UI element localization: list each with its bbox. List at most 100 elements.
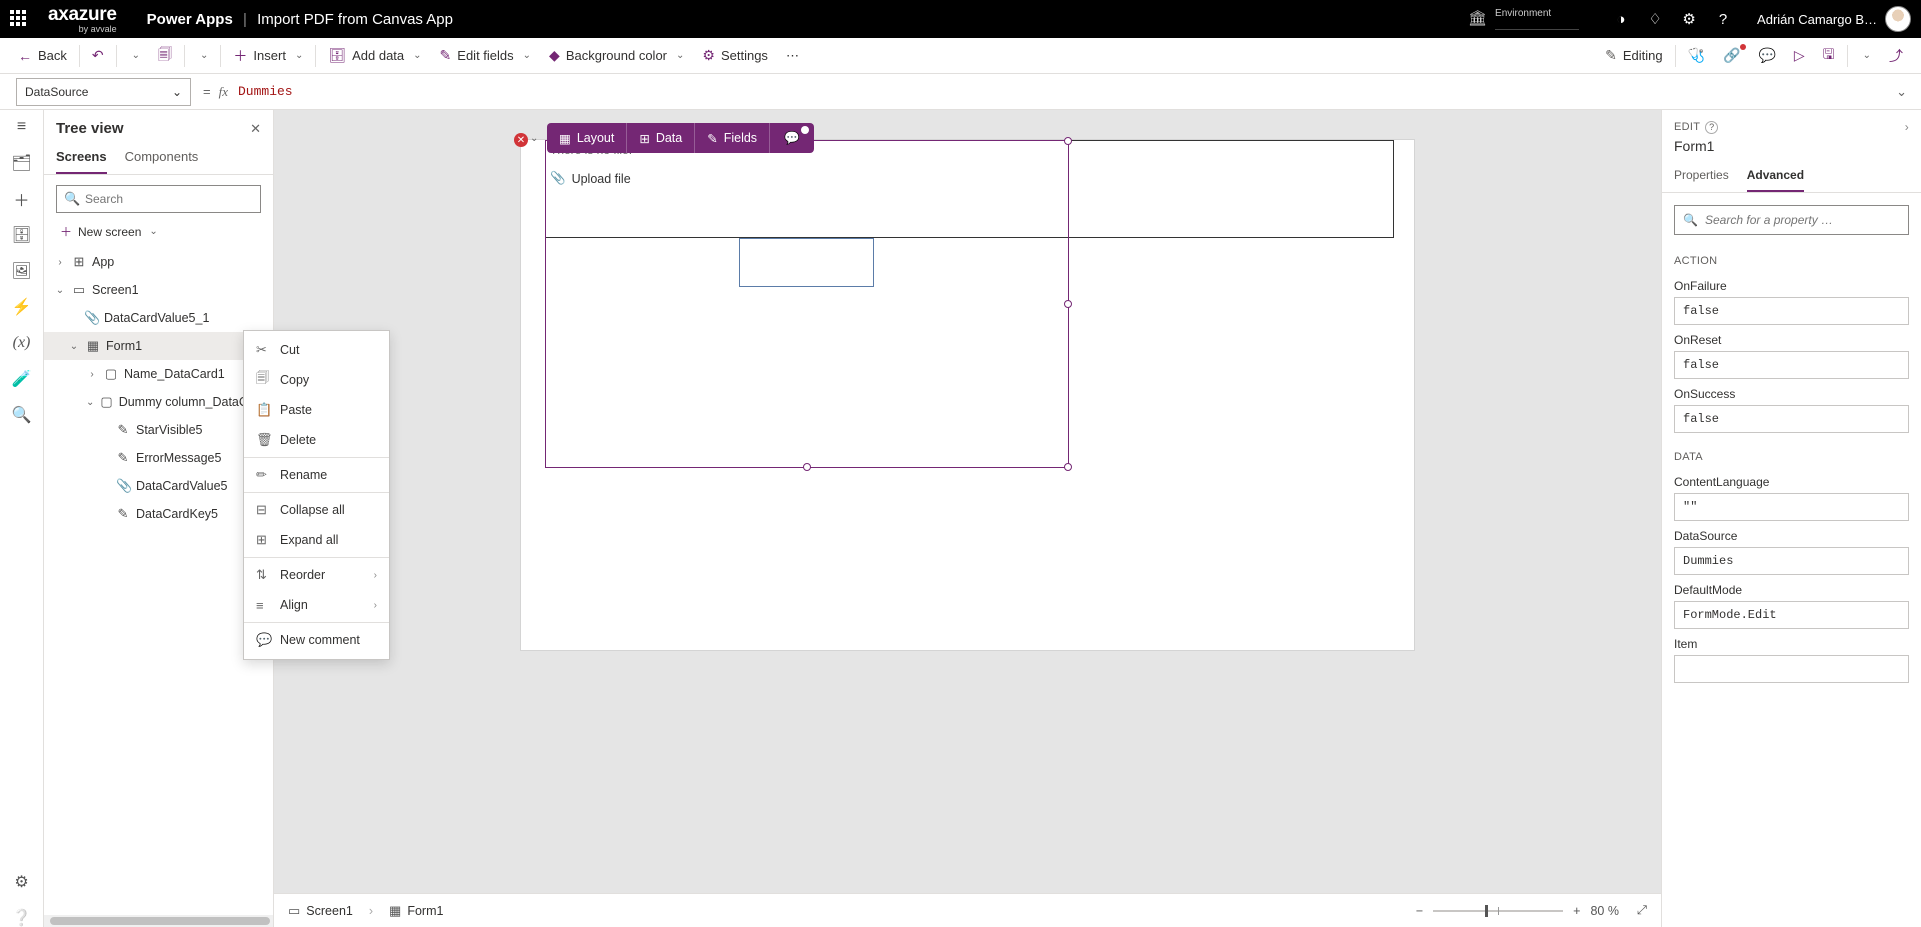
- settings-gear-icon[interactable]: ⚙: [1681, 11, 1697, 27]
- canvas-stage[interactable]: ▦Layout ⊞Data ✎Fields 💬 ✕ ⌄ There is no …: [274, 110, 1661, 893]
- overflow-button[interactable]: ⋯: [778, 40, 807, 72]
- add-data-button[interactable]: 🗄Add data⌄: [320, 40, 429, 72]
- tree-node-datacardkey5[interactable]: ✎DataCardKey5: [44, 500, 273, 528]
- save-button[interactable]: 🖫: [1815, 40, 1843, 72]
- tab-properties[interactable]: Properties: [1674, 162, 1729, 192]
- publish-button[interactable]: ⤴: [1881, 40, 1911, 72]
- new-screen-button[interactable]: ＋ New screen ⌄: [44, 219, 273, 248]
- resize-handle-bottom-right[interactable]: [1064, 463, 1072, 471]
- zoom-in-button[interactable]: +: [1573, 904, 1580, 918]
- app-launcher-icon[interactable]: [10, 10, 28, 28]
- share-button[interactable]: 🔗: [1715, 40, 1748, 72]
- search-pane-icon[interactable]: 🔍: [13, 406, 31, 424]
- prop-value-datasource[interactable]: Dummies: [1674, 547, 1909, 575]
- prop-value-item[interactable]: [1674, 655, 1909, 683]
- clipboard-split[interactable]: ⌄: [189, 40, 216, 72]
- rail-settings-icon[interactable]: ⚙: [13, 873, 31, 891]
- resize-handle-bottom-mid[interactable]: [803, 463, 811, 471]
- editing-mode-button[interactable]: ✎Editing: [1597, 40, 1670, 72]
- data-pane-icon[interactable]: 🗄: [13, 226, 31, 244]
- undo-button[interactable]: ↶: [84, 40, 112, 72]
- chevron-right-icon[interactable]: ›: [1905, 120, 1909, 134]
- insert-button[interactable]: ＋Insert⌄: [225, 40, 311, 72]
- close-icon[interactable]: ✕: [250, 121, 261, 137]
- tests-pane-icon[interactable]: 🧪: [13, 370, 31, 388]
- tree-node-form1[interactable]: ⌄▦Form1 ⋯: [44, 332, 273, 360]
- property-selector[interactable]: DataSource ⌄: [16, 78, 191, 106]
- pill-data[interactable]: ⊞Data: [626, 123, 694, 153]
- environment-picker[interactable]: 🏛 Environment: [1468, 8, 1579, 30]
- bg-color-button[interactable]: ◆Background color⌄: [541, 40, 692, 72]
- tree-node-name-datacard1[interactable]: ›▢Name_DataCard1: [44, 360, 273, 388]
- error-badge-icon[interactable]: ✕: [514, 133, 528, 147]
- prop-value-onfailure[interactable]: false: [1674, 297, 1909, 325]
- menu-reorder[interactable]: ⇅Reorder›: [244, 560, 389, 590]
- notifications-icon[interactable]: ♢: [1647, 11, 1663, 27]
- pill-fields[interactable]: ✎Fields: [694, 123, 769, 153]
- help-icon[interactable]: ?: [1705, 121, 1718, 134]
- save-split[interactable]: ⌄: [1852, 40, 1879, 72]
- tree-h-scrollbar[interactable]: [44, 915, 273, 927]
- menu-paste[interactable]: 📋Paste: [244, 395, 389, 425]
- fit-to-screen-icon[interactable]: ⤢: [1637, 903, 1647, 918]
- help-icon[interactable]: ?: [1715, 11, 1731, 27]
- insert-pane-icon[interactable]: ＋: [13, 190, 31, 208]
- tree-node-errormessage5[interactable]: ✎ErrorMessage5: [44, 444, 273, 472]
- formula-input[interactable]: Dummies: [238, 80, 1882, 103]
- flows-pane-icon[interactable]: ⚡: [13, 298, 31, 316]
- prop-value-onreset[interactable]: false: [1674, 351, 1909, 379]
- tree-node-datacardvalue5[interactable]: 📎DataCardValue5: [44, 472, 273, 500]
- menu-cut[interactable]: ✂Cut: [244, 335, 389, 365]
- breadcrumb-form1[interactable]: ▦Form1: [389, 903, 443, 919]
- tab-advanced[interactable]: Advanced: [1747, 162, 1804, 192]
- menu-copy[interactable]: 🗐Copy: [244, 365, 389, 395]
- tree-node-app[interactable]: ›⊞App: [44, 248, 273, 276]
- settings-button[interactable]: ⚙Settings: [694, 40, 776, 72]
- tree-node-dummy-datacard4[interactable]: ⌄▢Dummy column_DataCard4: [44, 388, 273, 416]
- menu-collapse-all[interactable]: ⊟Collapse all: [244, 495, 389, 525]
- tab-screens[interactable]: Screens: [56, 141, 107, 174]
- props-search-input[interactable]: [1674, 205, 1909, 235]
- zoom-slider[interactable]: [1433, 910, 1563, 912]
- back-button[interactable]: ←Back: [10, 40, 75, 72]
- copilot-icon[interactable]: ◑: [1613, 11, 1629, 27]
- formula-expand-button[interactable]: ⌄: [1882, 84, 1921, 100]
- menu-new-comment[interactable]: 💬New comment: [244, 625, 389, 655]
- zoom-out-button[interactable]: −: [1416, 904, 1423, 918]
- pill-comments[interactable]: 💬: [769, 123, 814, 153]
- pill-layout[interactable]: ▦Layout: [547, 123, 626, 153]
- resize-handle-mid-right[interactable]: [1064, 300, 1072, 308]
- comments-button[interactable]: 💬: [1750, 40, 1783, 72]
- ask-virtual-agent-icon[interactable]: ❔: [13, 909, 31, 927]
- edit-fields-button[interactable]: ✎Edit fields⌄: [432, 40, 540, 72]
- mini-chevron-icon[interactable]: ⌄: [530, 133, 538, 144]
- tree-nodes: ›⊞App ⌄▭Screen1 📎DataCardValue5_1 ⌄▦Form…: [44, 248, 273, 927]
- menu-rename[interactable]: ✏Rename: [244, 460, 389, 490]
- brand-logo: axazure by avvale: [48, 5, 117, 34]
- tree-search-input[interactable]: [56, 185, 261, 213]
- undo-split[interactable]: ⌄: [121, 40, 148, 72]
- tree-node-screen1[interactable]: ⌄▭Screen1: [44, 276, 273, 304]
- tree-view-icon[interactable]: 🗂: [13, 154, 31, 172]
- tree-node-datacardvalue51[interactable]: 📎DataCardValue5_1: [44, 304, 273, 332]
- menu-align[interactable]: ≡Align›: [244, 590, 389, 620]
- media-pane-icon[interactable]: 🖼: [13, 262, 31, 280]
- prop-value-contentlanguage[interactable]: "": [1674, 493, 1909, 521]
- breadcrumb-screen1[interactable]: ▭Screen1: [288, 903, 353, 919]
- tree-node-starvisible5[interactable]: ✎StarVisible5: [44, 416, 273, 444]
- tab-components[interactable]: Components: [125, 141, 199, 174]
- checker-button[interactable]: 🩺: [1680, 40, 1713, 72]
- prop-label-onreset: OnReset: [1674, 333, 1909, 347]
- hamburger-icon[interactable]: ≡: [13, 118, 31, 136]
- form1-selection[interactable]: [545, 140, 1069, 468]
- menu-expand-all[interactable]: ⊞Expand all: [244, 525, 389, 555]
- prop-value-onsuccess[interactable]: false: [1674, 405, 1909, 433]
- prop-value-defaultmode[interactable]: FormMode.Edit: [1674, 601, 1909, 629]
- menu-delete[interactable]: 🗑Delete: [244, 425, 389, 455]
- user-menu[interactable]: Adrián Camargo B…: [1757, 6, 1911, 32]
- artboard[interactable]: ▦Layout ⊞Data ✎Fields 💬 ✕ ⌄ There is no …: [521, 140, 1414, 650]
- clipboard-button[interactable]: 🗐: [150, 40, 180, 72]
- variables-pane-icon[interactable]: (x): [13, 334, 31, 352]
- resize-handle-top-right[interactable]: [1064, 137, 1072, 145]
- preview-button[interactable]: ▷: [1786, 40, 1813, 72]
